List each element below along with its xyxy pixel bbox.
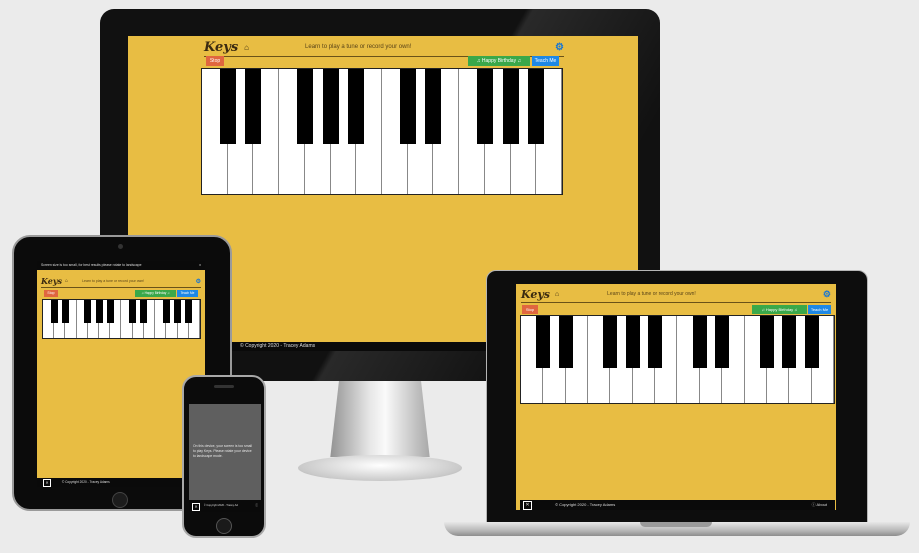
footer-copyright: © Copyright 2020 - Tracey Adams (555, 502, 616, 507)
about-link[interactable]: ⓘ About (812, 500, 827, 510)
black-key[interactable] (140, 300, 148, 323)
black-key[interactable] (528, 69, 545, 144)
black-key[interactable] (219, 69, 236, 144)
piano-keyboard (42, 299, 201, 339)
x-logo-icon: ✕ (523, 501, 532, 510)
song-select-button[interactable]: ♫ Happy Birthday ♫ (752, 305, 807, 314)
black-key[interactable] (185, 300, 193, 323)
black-key[interactable] (715, 316, 730, 369)
footer: ✕ © Copyright 2020 - Tracey Adams ⓘ (37, 478, 205, 487)
black-key[interactable] (536, 316, 551, 369)
monitor-base (298, 455, 462, 481)
footer-copyright: © Copyright 2020 - Tracey Adams (203, 504, 238, 507)
settings-icon[interactable]: ⚙ (555, 42, 564, 53)
black-key[interactable] (603, 316, 618, 369)
monitor-neck (330, 381, 430, 457)
footer-copyright: © Copyright 2020 - Tracey Adams (61, 480, 110, 484)
close-icon[interactable]: x (199, 261, 201, 270)
settings-icon[interactable]: ⚙ (196, 278, 201, 285)
footer: ✕ © Copyright 2020 - Tracey Adams ⓘ (189, 500, 261, 512)
teach-me-button[interactable]: Teach Me (808, 305, 831, 314)
teach-me-button[interactable]: Teach Me (177, 290, 198, 297)
black-key[interactable] (759, 316, 774, 369)
black-key[interactable] (425, 69, 442, 144)
song-select-button[interactable]: ♫ Happy Birthday ♫ (135, 290, 176, 297)
settings-icon[interactable]: ⚙ (823, 289, 831, 300)
orientation-warning: Screen size is too small, for best resul… (37, 261, 205, 270)
laptop-screen: Keys ⌂ Learn to play a tune or record yo… (516, 284, 836, 510)
footer-copyright: © Copyright 2020 - Tracey Adams (240, 343, 316, 349)
app-logo[interactable]: Keys (204, 40, 238, 55)
phone-home-button[interactable] (216, 518, 232, 534)
tablet-screen: Screen size is too small, for best resul… (37, 261, 205, 487)
black-key[interactable] (50, 300, 58, 323)
piano-keyboard (201, 68, 563, 195)
teach-me-button[interactable]: Teach Me (532, 56, 559, 66)
x-logo-icon: ✕ (192, 503, 200, 511)
black-key[interactable] (95, 300, 103, 323)
black-key[interactable] (692, 316, 707, 369)
black-key[interactable] (348, 69, 365, 144)
app-logo[interactable]: Keys (521, 288, 550, 301)
black-key[interactable] (106, 300, 114, 323)
tablet-camera (118, 244, 123, 249)
tagline: Learn to play a tune or record your own! (82, 279, 145, 283)
black-key[interactable] (296, 69, 313, 144)
stop-button[interactable]: Stop (206, 56, 224, 66)
phone-screen: On this device, your screen is too small… (189, 404, 261, 512)
black-key[interactable] (782, 316, 797, 369)
black-key[interactable] (322, 69, 339, 144)
home-icon[interactable]: ⌂ (244, 43, 249, 52)
stop-button[interactable]: Stop (44, 290, 58, 297)
black-key[interactable] (174, 300, 182, 323)
black-key[interactable] (476, 69, 493, 144)
app-logo[interactable]: Keys (41, 276, 62, 286)
footer: ✕ © Copyright 2020 - Tracey Adams ⓘ Abou… (520, 500, 835, 510)
piano-keyboard (520, 315, 835, 404)
laptop-notch (640, 522, 712, 527)
home-icon[interactable]: ⌂ (555, 291, 559, 298)
black-key[interactable] (558, 316, 573, 369)
black-key[interactable] (61, 300, 69, 323)
black-key[interactable] (84, 300, 92, 323)
rotate-message: On this device, your screen is too small… (193, 444, 252, 458)
black-key[interactable] (648, 316, 663, 369)
black-key[interactable] (399, 69, 416, 144)
about-link[interactable]: ⓘ (255, 500, 258, 512)
black-key[interactable] (502, 69, 519, 144)
song-select-button[interactable]: ♫ Happy Birthday ♫ (468, 56, 530, 66)
x-logo-icon: ✕ (43, 479, 51, 487)
warning-text: Screen size is too small, for best resul… (41, 263, 142, 267)
phone-speaker (214, 385, 234, 388)
tagline: Learn to play a tune or record your own! (607, 291, 696, 297)
black-key[interactable] (129, 300, 137, 323)
tagline: Learn to play a tune or record your own! (305, 44, 412, 50)
black-key[interactable] (804, 316, 819, 369)
black-key[interactable] (245, 69, 262, 144)
black-key[interactable] (162, 300, 170, 323)
black-key[interactable] (625, 316, 640, 369)
home-icon[interactable]: ⌂ (65, 278, 68, 284)
tablet-home-button[interactable] (112, 492, 128, 508)
stop-button[interactable]: Stop (522, 305, 538, 314)
